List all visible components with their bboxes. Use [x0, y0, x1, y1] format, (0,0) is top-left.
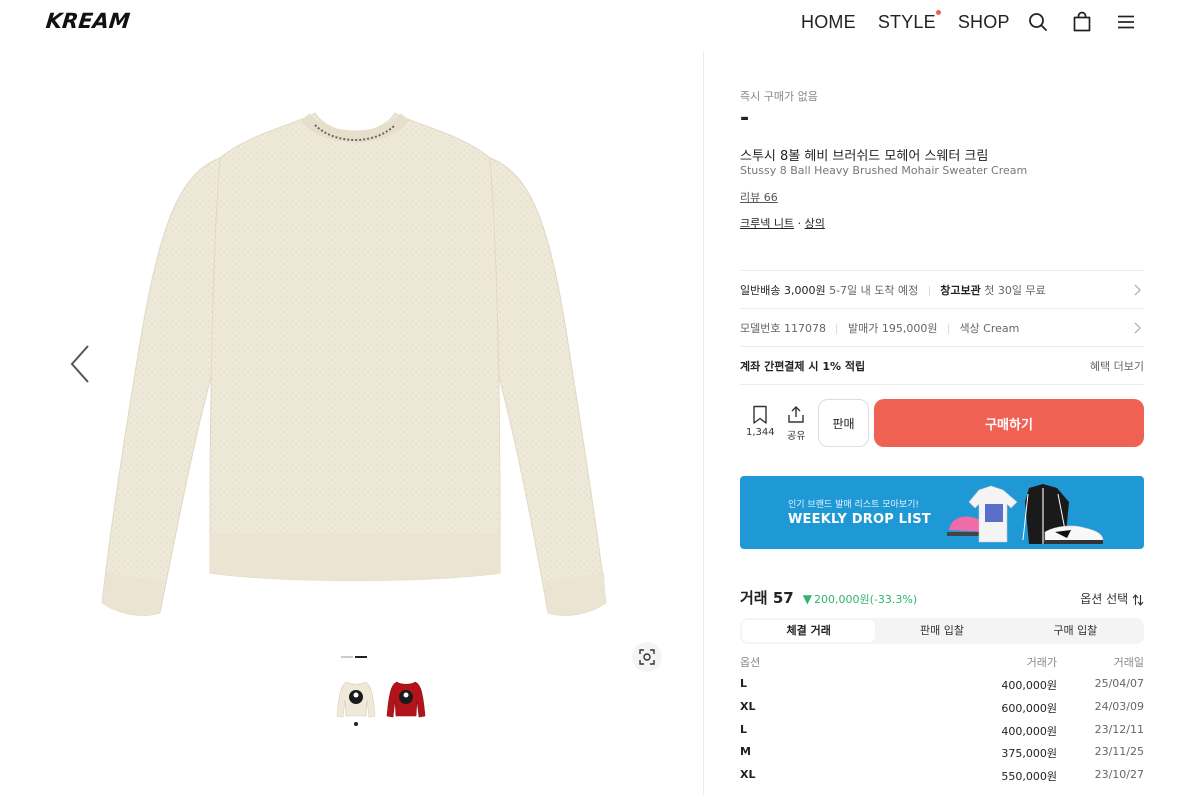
- category-link-knit[interactable]: 크루넥 니트: [740, 217, 794, 230]
- row-date: 23/10/27: [1094, 768, 1144, 781]
- banner-title: WEEKLY DROP LIST: [788, 512, 931, 527]
- tab-completed-trades[interactable]: 체결 거래: [742, 620, 876, 642]
- storage-label: 창고보관: [940, 284, 981, 297]
- color-info: 색상 Cream: [959, 322, 1020, 335]
- option-select-label: 옵션 선택: [1080, 592, 1129, 606]
- thumbnail-list: [336, 678, 426, 726]
- chevron-left-icon[interactable]: [68, 344, 92, 384]
- release-price: 발매가 195,000원: [847, 322, 938, 335]
- benefit-more-link[interactable]: 혜택 더보기: [1090, 358, 1144, 374]
- thumbnail-active-dot: [354, 722, 358, 726]
- trade-count: 거래 57: [740, 589, 794, 607]
- review-link[interactable]: 리뷰 66: [740, 189, 778, 205]
- divider: [740, 270, 1144, 271]
- nav-shop[interactable]: SHOP: [958, 12, 1010, 33]
- panel-divider: [703, 52, 704, 795]
- product-title-en: Stussy 8 Ball Heavy Brushed Mohair Sweat…: [740, 164, 1028, 177]
- lens-icon: [639, 649, 655, 665]
- row-price: 400,000원: [1001, 679, 1057, 692]
- banner-products-illustration: [947, 484, 1104, 544]
- model-info-row[interactable]: 모델번호 117078 발매가 195,000원 색상 Cream: [740, 320, 1144, 336]
- trade-header: 거래 57 ▼ 200,000원(-33.3%) 옵션 선택: [740, 587, 1144, 608]
- divider: [740, 346, 1144, 347]
- kream-logo[interactable]: KREAM: [45, 9, 131, 33]
- thumbnail-image: [386, 681, 426, 718]
- chevron-right-icon: [1134, 284, 1141, 296]
- benefit-row: 계좌 간편결제 시 1% 적립 혜택 더보기: [740, 358, 1144, 374]
- delivery-row[interactable]: 일반배송 3,000원 5-7일 내 도착 예정 창고보관 첫 30일 무료: [740, 282, 1144, 298]
- purchase-actions: 1,344 공유 판매 구매하기: [740, 399, 1144, 447]
- divider: [740, 308, 1144, 309]
- row-price: 550,000원: [1001, 770, 1057, 783]
- shopping-bag-icon[interactable]: [1071, 11, 1093, 33]
- row-option: M: [740, 745, 751, 758]
- instant-buy-status: 즉시 구매가 없음: [740, 90, 818, 103]
- column-option: 옵션: [740, 656, 761, 669]
- bookmark-button[interactable]: 1,344: [746, 405, 775, 438]
- row-price: 400,000원: [1001, 725, 1057, 738]
- lens-search-button[interactable]: [632, 642, 662, 672]
- nav-style[interactable]: STYLE: [878, 10, 941, 33]
- indicator-dot-active[interactable]: [355, 656, 367, 658]
- row-date: 23/12/11: [1094, 723, 1144, 736]
- tab-sell-bids[interactable]: 판매 입찰: [875, 620, 1008, 642]
- row-price: 600,000원: [1001, 702, 1057, 715]
- header: KREAM HOME STYLE SHOP: [0, 0, 1200, 48]
- category-separator: ·: [797, 217, 802, 230]
- row-separator: [928, 286, 930, 296]
- column-date: 거래일: [1113, 656, 1144, 669]
- menu-icon[interactable]: [1115, 11, 1137, 33]
- price-down-icon: ▼: [802, 592, 813, 606]
- bookmark-icon: [753, 405, 768, 424]
- row-option: XL: [740, 700, 756, 713]
- tab-buy-bids[interactable]: 구매 입찰: [1009, 620, 1142, 642]
- share-label: 공유: [787, 431, 806, 442]
- benefit-text: 계좌 간편결제 시 1% 적립: [740, 360, 866, 373]
- search-icon[interactable]: [1027, 11, 1049, 33]
- delivery-label: 일반배송 3,000원: [740, 284, 826, 297]
- banner-subtitle: 인기 브랜드 발매 리스트 모아보기!: [788, 500, 919, 510]
- trade-tabs: 체결 거래 판매 입찰 구매 입찰: [740, 618, 1144, 644]
- category-breadcrumb: 크루넥 니트 · 상의: [740, 215, 825, 231]
- price-change: 200,000원(-33.3%): [814, 593, 918, 606]
- row-date: 24/03/09: [1094, 700, 1144, 713]
- row-separator: [947, 324, 949, 334]
- weekly-drop-banner[interactable]: 인기 브랜드 발매 리스트 모아보기! WEEKLY DROP LIST: [740, 476, 1144, 549]
- row-option: L: [740, 723, 748, 736]
- share-icon: [788, 406, 804, 423]
- category-link-top[interactable]: 상의: [805, 217, 825, 230]
- product-price: -: [740, 106, 750, 131]
- thumbnail-red[interactable]: [386, 678, 426, 724]
- model-number: 모델번호 117078: [740, 322, 826, 335]
- main-nav: HOME STYLE SHOP: [801, 10, 1032, 33]
- delivery-eta: 5-7일 내 도착 예정: [829, 284, 919, 297]
- product-title-ko: 스투시 8볼 헤비 브러쉬드 모헤어 스웨터 크림: [740, 149, 989, 164]
- row-date: 25/04/07: [1094, 677, 1144, 690]
- column-price: 거래가: [1026, 656, 1057, 669]
- product-gallery: [40, 48, 700, 795]
- bookmark-count: 1,344: [746, 427, 775, 438]
- share-button[interactable]: 공유: [787, 405, 805, 442]
- row-option: XL: [740, 768, 756, 781]
- chevron-right-icon: [1134, 322, 1141, 334]
- row-option: L: [740, 677, 748, 690]
- row-separator: [836, 324, 838, 334]
- indicator-dot[interactable]: [341, 656, 353, 658]
- divider: [740, 384, 1144, 385]
- option-select-button[interactable]: 옵션 선택: [1080, 590, 1144, 607]
- row-date: 23/11/25: [1094, 745, 1144, 758]
- row-price: 375,000원: [1001, 747, 1057, 760]
- product-image: [101, 112, 607, 616]
- thumbnail-image: [336, 681, 376, 718]
- storage-detail: 첫 30일 무료: [984, 284, 1046, 297]
- sell-button[interactable]: 판매: [818, 399, 869, 447]
- buy-button[interactable]: 구매하기: [874, 399, 1144, 447]
- image-indicator: [341, 656, 367, 658]
- thumbnail-cream[interactable]: [336, 678, 376, 726]
- sort-icon: [1132, 593, 1144, 606]
- nav-home[interactable]: HOME: [801, 12, 856, 33]
